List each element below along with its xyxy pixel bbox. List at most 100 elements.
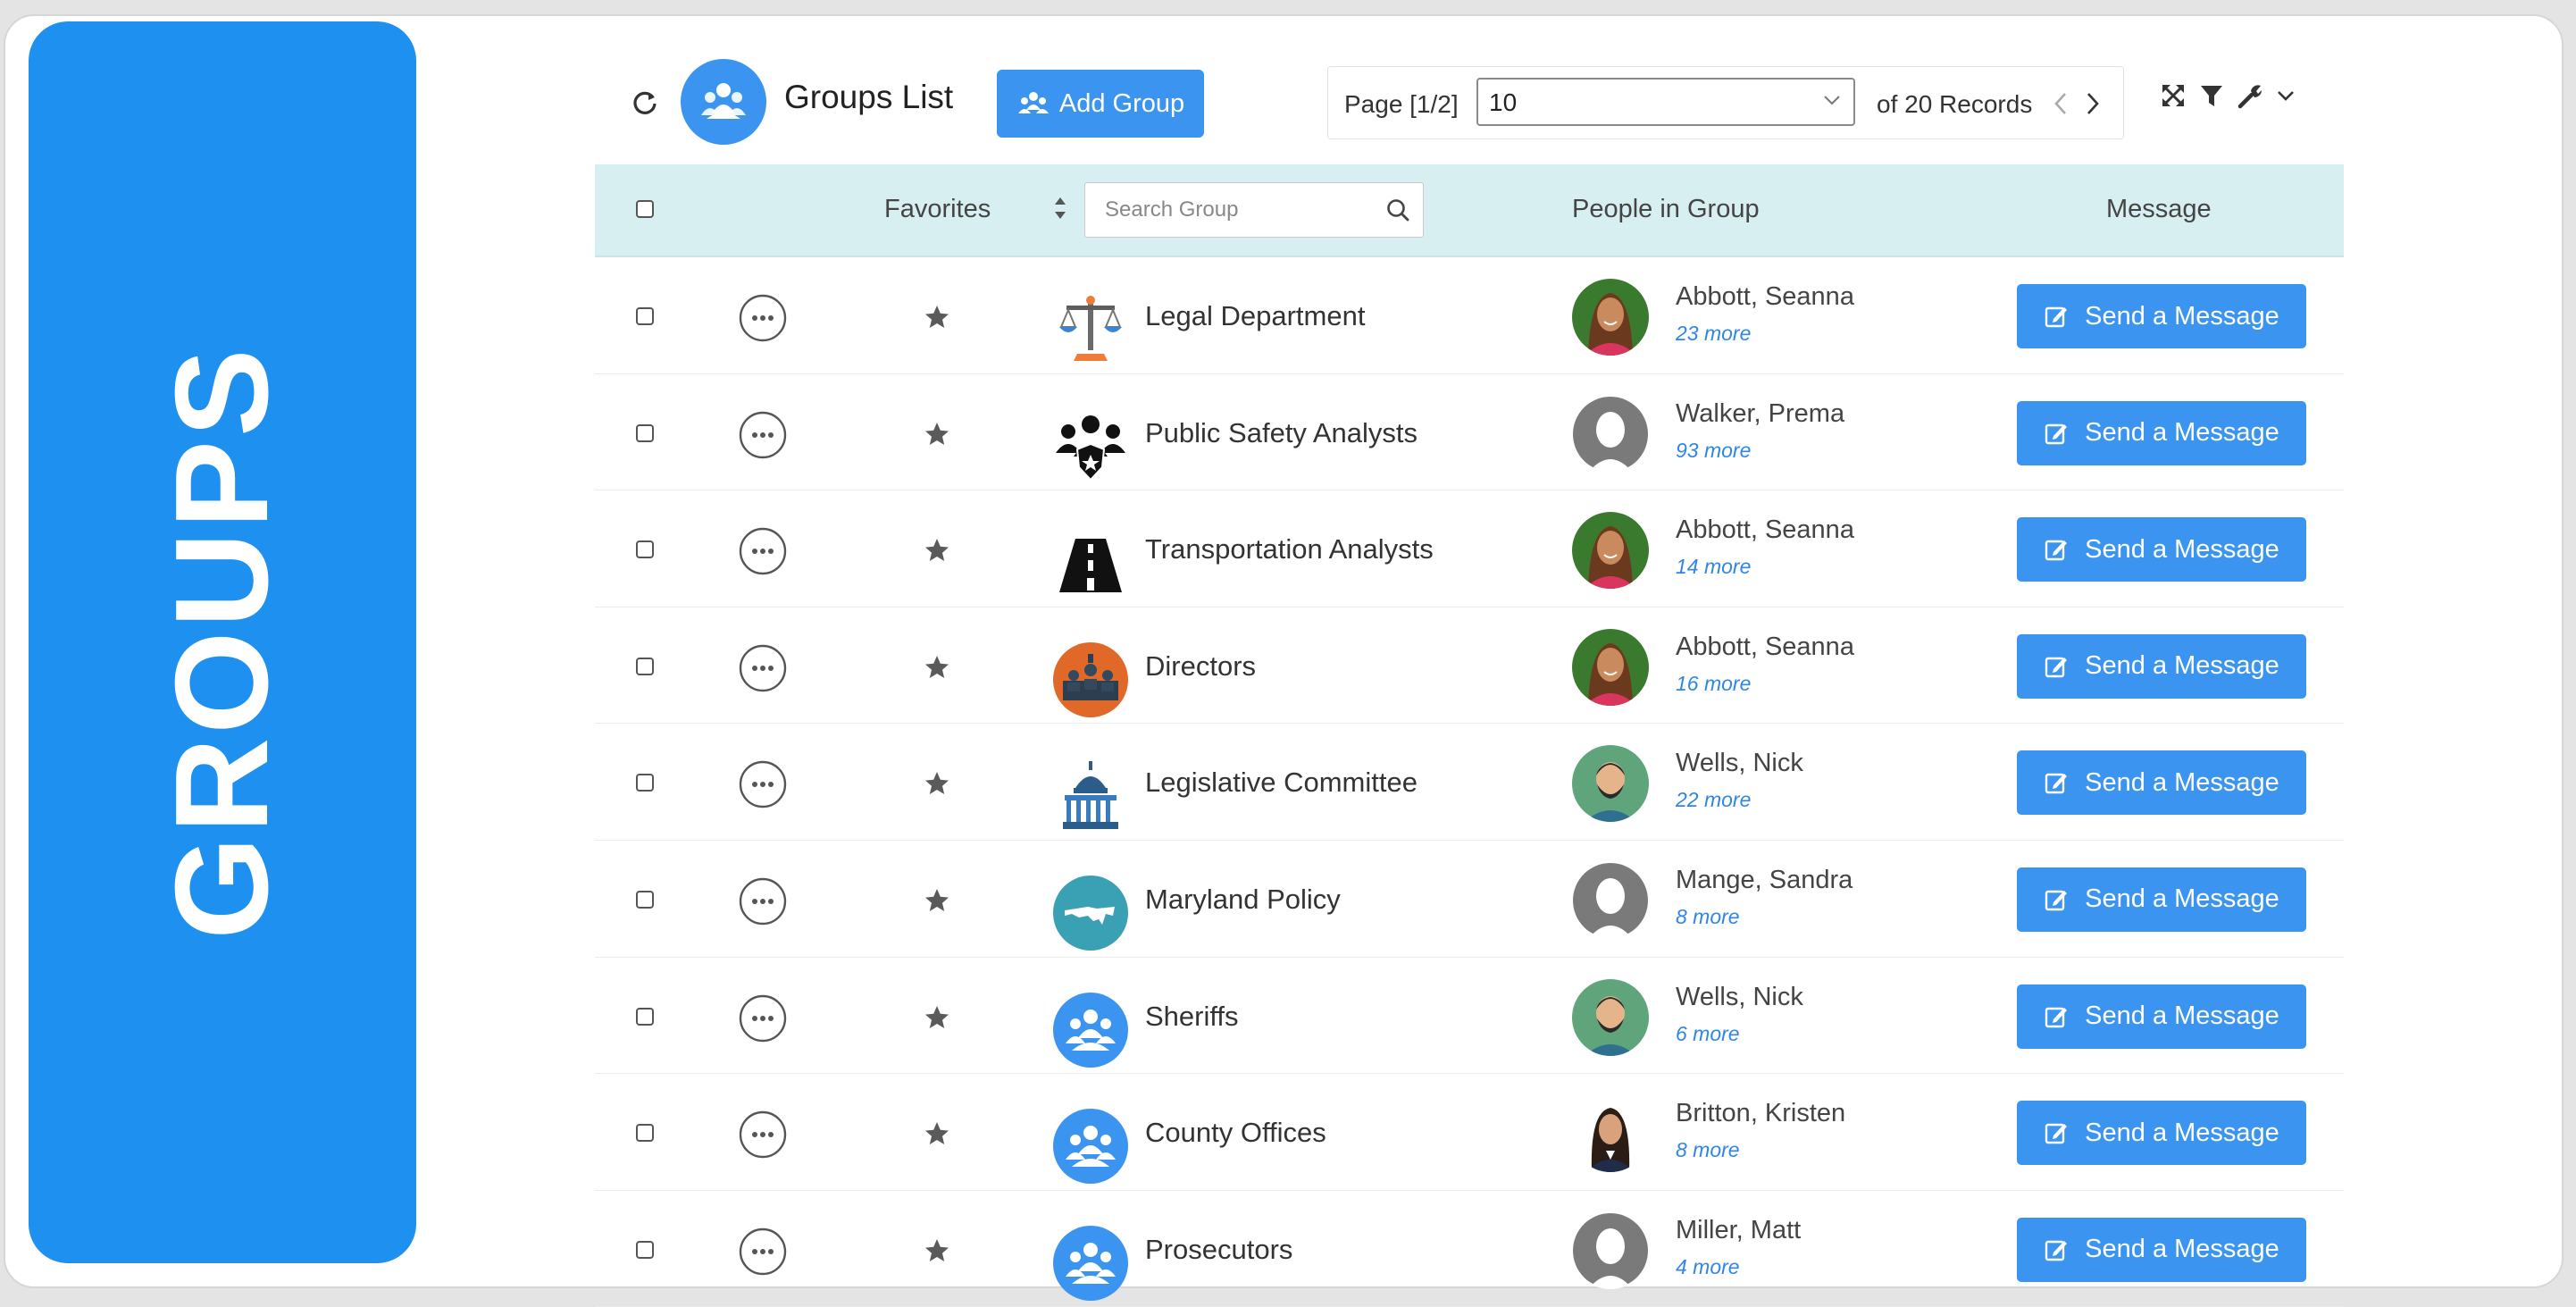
groups-logo-icon	[681, 59, 766, 145]
send-message-button[interactable]: Send a Message	[2017, 1101, 2306, 1166]
filter-icon[interactable]	[2199, 82, 2224, 109]
edit-icon	[2045, 1240, 2068, 1261]
row-checkbox[interactable]	[636, 774, 654, 792]
more-options-icon[interactable]	[738, 759, 788, 809]
chevron-down-icon	[1824, 96, 1840, 105]
favorite-star-icon[interactable]	[924, 887, 950, 914]
send-message-button[interactable]: Send a Message	[2017, 517, 2306, 582]
edit-icon	[2045, 1007, 2068, 1027]
group-name[interactable]: Legislative Committee	[1145, 767, 1418, 799]
row-checkbox[interactable]	[636, 1240, 654, 1259]
people-group-icon	[1052, 992, 1129, 1068]
groups-table: Favorites People in Group Message Legal …	[595, 164, 2344, 1307]
send-message-label: Send a Message	[2085, 301, 2279, 331]
people-group-icon	[1052, 1225, 1129, 1302]
sort-icon[interactable]	[1052, 195, 1068, 222]
send-message-button[interactable]: Send a Message	[2017, 984, 2306, 1049]
favorite-star-icon[interactable]	[924, 1004, 950, 1031]
more-options-icon[interactable]	[738, 1227, 788, 1277]
send-message-label: Send a Message	[2085, 1118, 2279, 1147]
group-name[interactable]: Sheriffs	[1145, 1001, 1239, 1033]
favorite-star-icon[interactable]	[924, 304, 950, 331]
send-message-button[interactable]: Send a Message	[2017, 400, 2306, 465]
table-row: Maryland Policy Mange, Sandra 8 more Sen…	[595, 841, 2344, 958]
group-name[interactable]: Legal Department	[1145, 300, 1365, 332]
send-message-button[interactable]: Send a Message	[2017, 284, 2306, 348]
table-row: Sheriffs Wells, Nick 6 more Send a Messa…	[595, 958, 2344, 1075]
more-members-link[interactable]: 22 more	[1676, 788, 1751, 812]
member-name: Abbott, Seanna	[1676, 632, 1854, 661]
favorite-star-icon[interactable]	[924, 421, 950, 448]
favorite-star-icon[interactable]	[924, 1237, 950, 1264]
send-message-button[interactable]: Send a Message	[2017, 1217, 2306, 1282]
more-members-link[interactable]: 8 more	[1676, 1138, 1740, 1162]
row-checkbox[interactable]	[636, 540, 654, 559]
member-name: Miller, Matt	[1676, 1215, 1802, 1244]
select-all-checkbox[interactable]	[636, 200, 654, 218]
group-name[interactable]: Public Safety Analysts	[1145, 417, 1418, 449]
more-members-link[interactable]: 93 more	[1676, 439, 1751, 463]
directors-icon	[1052, 641, 1129, 718]
send-message-button[interactable]: Send a Message	[2017, 750, 2306, 816]
group-name[interactable]: Prosecutors	[1145, 1234, 1292, 1266]
side-panel-title: GROUPS	[148, 345, 296, 940]
search-icon[interactable]	[1385, 197, 1410, 222]
wrench-icon[interactable]	[2237, 82, 2263, 109]
favorite-star-icon[interactable]	[924, 537, 950, 564]
group-name[interactable]: Maryland Policy	[1145, 884, 1341, 916]
add-group-button[interactable]: Add Group	[997, 70, 1204, 138]
favorite-star-icon[interactable]	[924, 770, 950, 797]
more-members-link[interactable]: 4 more	[1676, 1255, 1740, 1279]
more-options-icon[interactable]	[738, 876, 788, 926]
table-row: Public Safety Analysts Walker, Prema 93 …	[595, 374, 2344, 491]
previous-page-icon[interactable]	[2052, 88, 2070, 119]
edit-icon	[2045, 423, 2068, 444]
more-members-link[interactable]: 6 more	[1676, 1022, 1740, 1046]
more-options-icon[interactable]	[738, 526, 788, 576]
row-checkbox[interactable]	[636, 890, 654, 909]
member-name: Wells, Nick	[1676, 749, 1803, 778]
scales-icon	[1052, 291, 1129, 368]
row-checkbox[interactable]	[636, 423, 654, 442]
favorite-star-icon[interactable]	[924, 654, 950, 681]
more-members-link[interactable]: 8 more	[1676, 905, 1740, 929]
send-message-button[interactable]: Send a Message	[2017, 867, 2306, 932]
page-size-value: 10	[1489, 88, 1518, 116]
page-size-select[interactable]: 10	[1476, 78, 1855, 126]
more-options-icon[interactable]	[738, 643, 788, 693]
row-checkbox[interactable]	[636, 1124, 654, 1143]
add-group-label: Add Group	[1058, 88, 1185, 118]
more-options-icon[interactable]	[738, 293, 788, 343]
send-message-label: Send a Message	[2085, 1001, 2279, 1031]
chevron-down-icon[interactable]	[2276, 88, 2296, 103]
row-checkbox[interactable]	[636, 307, 654, 325]
expand-icon[interactable]	[2160, 82, 2187, 109]
page-indicator: Page [1/2]	[1344, 90, 1459, 118]
group-name[interactable]: Transportation Analysts	[1145, 533, 1434, 566]
row-checkbox[interactable]	[636, 1007, 654, 1026]
more-members-link[interactable]: 16 more	[1676, 672, 1751, 696]
maryland-map-icon	[1052, 875, 1129, 951]
member-name: Mange, Sandra	[1676, 865, 1853, 894]
more-members-link[interactable]: 14 more	[1676, 555, 1751, 579]
edit-icon	[2045, 306, 2068, 328]
group-name[interactable]: County Offices	[1145, 1117, 1326, 1149]
more-options-icon[interactable]	[738, 410, 788, 460]
table-row: Legal Department Abbott, Seanna 23 more …	[595, 257, 2344, 374]
more-options-icon[interactable]	[738, 1110, 788, 1160]
row-checkbox[interactable]	[636, 657, 654, 675]
refresh-icon[interactable]	[631, 88, 659, 116]
groups-side-panel: GROUPS	[29, 21, 416, 1263]
search-group-input[interactable]	[1085, 183, 1371, 237]
favorite-star-icon[interactable]	[924, 1120, 950, 1147]
member-name: Britton, Kristen	[1676, 1099, 1846, 1128]
send-message-button[interactable]: Send a Message	[2017, 633, 2306, 699]
toolbar: Groups List Add Group Page [1/2] 10 of 2…	[590, 45, 2367, 161]
next-page-icon[interactable]	[2084, 88, 2102, 119]
table-row: Transportation Analysts Abbott, Seanna 1…	[595, 490, 2344, 607]
table-header: Favorites People in Group Message	[595, 164, 2344, 257]
group-name[interactable]: Directors	[1145, 650, 1256, 683]
member-name: Wells, Nick	[1676, 982, 1803, 1011]
more-options-icon[interactable]	[738, 993, 788, 1043]
more-members-link[interactable]: 23 more	[1676, 322, 1751, 346]
